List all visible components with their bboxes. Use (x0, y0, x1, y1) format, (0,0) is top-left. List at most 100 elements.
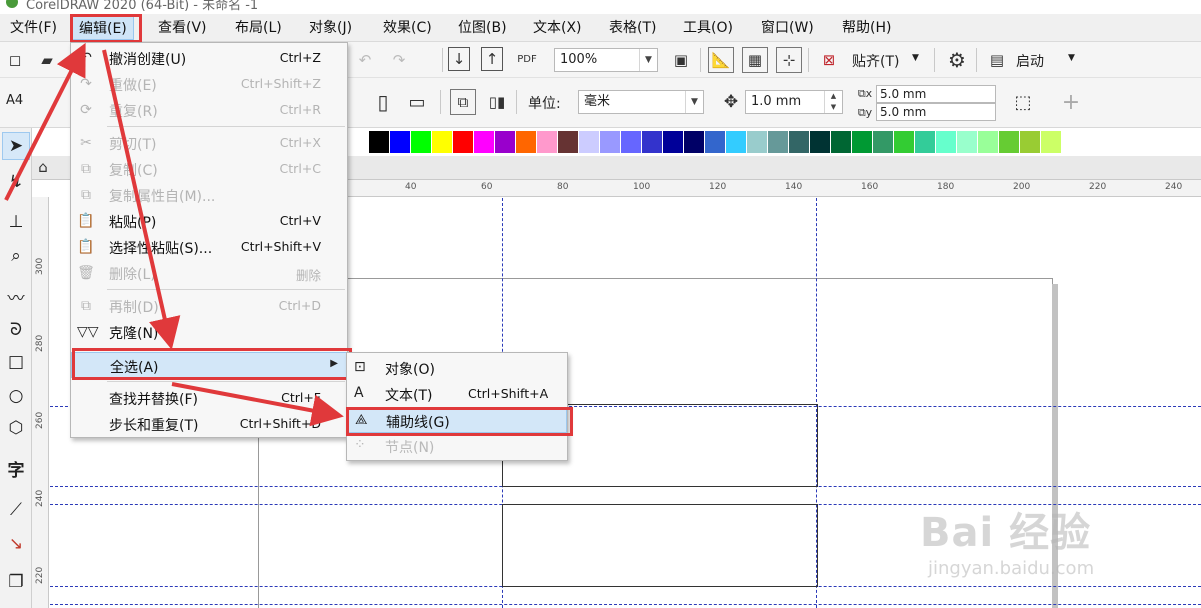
color-swatch[interactable] (369, 131, 390, 153)
zoom-level-combo[interactable]: 100% ▼ (554, 48, 658, 72)
ellipse-tool-icon[interactable]: ○ (2, 382, 30, 410)
landscape-icon[interactable]: ▭ (404, 89, 430, 115)
drop-shadow-tool-icon[interactable]: ❐ (2, 568, 30, 596)
menu-bitmap[interactable]: 位图(B) (452, 16, 513, 40)
color-swatch[interactable] (747, 131, 768, 153)
menu-effects[interactable]: 效果(C) (377, 16, 438, 40)
menu-paste-special[interactable]: 📋 选择性粘贴(S)... Ctrl+Shift+V (71, 234, 347, 260)
color-swatch[interactable] (831, 131, 852, 153)
color-swatch[interactable] (726, 131, 747, 153)
menu-delete[interactable]: 🗑 删除(L) 删除 (71, 260, 347, 286)
color-swatch[interactable] (474, 131, 495, 153)
menu-repeat[interactable]: ⟳ 重复(R) Ctrl+R (71, 97, 347, 123)
redo-toolbar-icon[interactable]: ↷ (386, 47, 412, 73)
menu-cut[interactable]: ✂ 剪切(T) Ctrl+X (71, 130, 347, 156)
open-folder-icon[interactable]: ▰ (34, 47, 60, 73)
menu-table[interactable]: 表格(T) (603, 16, 662, 40)
duplicate-distance-y-input[interactable]: 5.0 mm (876, 103, 996, 121)
snap-chevron-down-icon[interactable]: ▼ (912, 53, 919, 63)
menu-undo-create[interactable]: ↶ 撤消创建(U) Ctrl+Z (71, 45, 347, 71)
color-swatch[interactable] (621, 131, 642, 153)
color-swatch[interactable] (390, 131, 411, 153)
horizontal-guideline[interactable] (50, 604, 1201, 605)
color-swatch[interactable] (978, 131, 999, 153)
color-swatch[interactable] (1020, 131, 1041, 153)
import-icon[interactable]: ↓ (448, 47, 470, 71)
options-gear-icon[interactable]: ⚙ (944, 47, 970, 73)
menu-layout[interactable]: 布局(L) (229, 16, 288, 40)
new-document-icon[interactable]: ◻ (2, 47, 28, 73)
guidelines-toggle-icon[interactable]: ⊹ (776, 47, 802, 73)
freehand-tool-icon[interactable]: 〰 (2, 282, 30, 310)
menu-tools[interactable]: 工具(O) (677, 16, 739, 40)
zoom-tool-icon[interactable]: ⌕ (2, 242, 30, 270)
color-swatch[interactable] (957, 131, 978, 153)
menu-help[interactable]: 帮助(H) (836, 16, 897, 40)
artistic-media-tool-icon[interactable]: ᘐ (2, 316, 30, 344)
units-combo[interactable]: 毫米 ▼ (578, 90, 704, 114)
launch-icon[interactable]: ▤ (984, 47, 1010, 73)
rulers-toggle-icon[interactable]: 📐 (708, 47, 734, 73)
color-swatch[interactable] (600, 131, 621, 153)
color-swatch[interactable] (411, 131, 432, 153)
portrait-icon[interactable]: ▯ (370, 89, 396, 115)
color-swatch[interactable] (495, 131, 516, 153)
polygon-tool-icon[interactable]: ⬡ (2, 414, 30, 442)
color-swatch[interactable] (558, 131, 579, 153)
menu-step-repeat[interactable]: 步长和重复(T) Ctrl+Shift+D (71, 411, 347, 437)
rectangle-object[interactable] (502, 504, 818, 587)
pdf-export-icon[interactable]: PDF (514, 46, 540, 72)
color-swatch[interactable] (453, 131, 474, 153)
launch-chevron-down-icon[interactable]: ▼ (1068, 53, 1075, 63)
color-swatch[interactable] (537, 131, 558, 153)
menu-paste[interactable]: 📋 粘贴(P) Ctrl+V (71, 208, 347, 234)
color-swatch[interactable] (663, 131, 684, 153)
submenu-guidelines[interactable]: ⟁ 辅助线(G) (347, 407, 567, 433)
color-swatch[interactable] (873, 131, 894, 153)
undo-toolbar-icon[interactable]: ↶ (352, 47, 378, 73)
launch-dropdown[interactable]: 启动 (1016, 51, 1044, 71)
menu-object[interactable]: 对象(J) (303, 16, 358, 40)
color-swatch[interactable] (705, 131, 726, 153)
current-page-icon[interactable]: ▯▮ (484, 89, 510, 115)
menu-copy-properties[interactable]: ⧉ 复制属性自(M)... (71, 182, 347, 208)
welcome-home-icon[interactable]: ⌂ (32, 156, 54, 178)
menu-clone[interactable]: ▽▽ 克隆(N) (71, 319, 347, 345)
duplicate-distance-x-input[interactable]: 5.0 mm (876, 85, 996, 103)
menu-text[interactable]: 文本(X) (527, 16, 588, 40)
color-swatch[interactable] (432, 131, 453, 153)
pick-tool-icon[interactable]: ➤ (2, 132, 30, 160)
export-icon[interactable]: ↑ (481, 47, 503, 71)
rectangle-tool-icon[interactable]: □ (2, 348, 30, 376)
color-swatch[interactable] (684, 131, 705, 153)
color-swatch[interactable] (936, 131, 957, 153)
color-swatch[interactable] (579, 131, 600, 153)
crop-tool-icon[interactable]: ⊥ (2, 208, 30, 236)
color-swatch[interactable] (894, 131, 915, 153)
color-swatch[interactable] (810, 131, 831, 153)
all-pages-icon[interactable]: ⧉ (450, 89, 476, 115)
menu-find-replace[interactable]: 查找并替换(F) Ctrl+F (71, 385, 347, 411)
menu-edit[interactable]: 编辑(E) (72, 16, 134, 40)
color-swatch[interactable] (348, 131, 369, 153)
color-swatch[interactable] (789, 131, 810, 153)
shape-tool-icon[interactable]: ↯ (2, 168, 30, 196)
menu-file[interactable]: 文件(F) (4, 16, 63, 40)
connector-tool-icon[interactable]: ↘ (2, 530, 30, 558)
color-swatch[interactable] (768, 131, 789, 153)
text-tool-icon[interactable]: 字 (2, 454, 30, 482)
menu-copy[interactable]: ⧉ 复制(C) Ctrl+C (71, 156, 347, 182)
dimension-tool-icon[interactable]: ⟋ (2, 496, 30, 524)
color-swatch[interactable] (516, 131, 537, 153)
color-swatch[interactable] (915, 131, 936, 153)
color-swatch[interactable] (999, 131, 1020, 153)
color-swatch[interactable] (642, 131, 663, 153)
submenu-nodes[interactable]: ⁘ 节点(N) (347, 433, 567, 459)
color-swatch[interactable] (852, 131, 873, 153)
menu-view[interactable]: 查看(V) (152, 16, 213, 40)
menu-redo[interactable]: ↷ 重做(E) Ctrl+Shift+Z (71, 71, 347, 97)
bleed-frame-icon[interactable]: ⬚ (1010, 89, 1036, 115)
submenu-objects[interactable]: ⊡ 对象(O) (347, 355, 567, 381)
add-preset-plus-icon[interactable]: + (1058, 89, 1084, 115)
menu-duplicate[interactable]: ⧉ 再制(D) Ctrl+D (71, 293, 347, 319)
